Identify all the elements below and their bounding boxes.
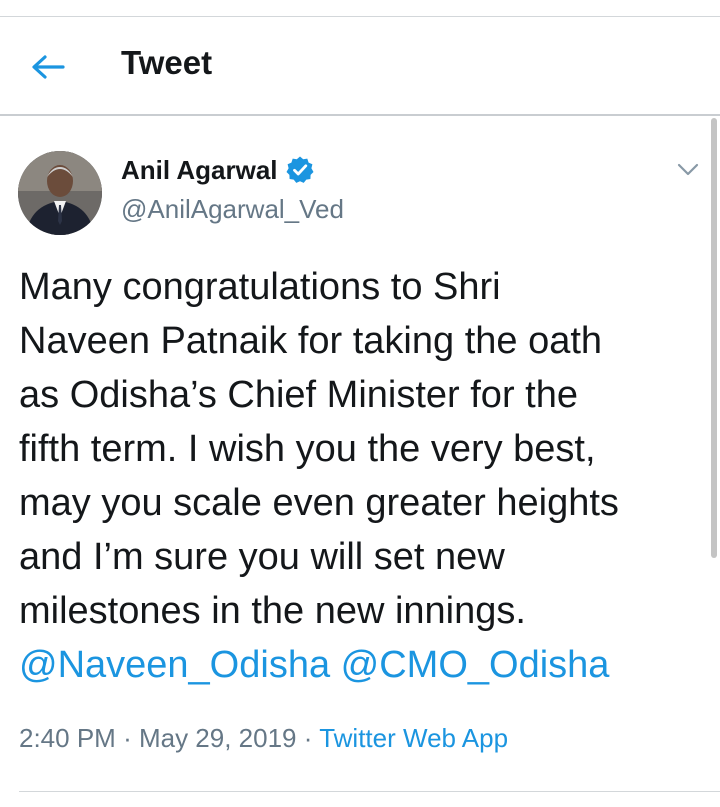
meta-separator: · (303, 723, 313, 753)
app-header: Tweet (0, 17, 720, 113)
more-options-button[interactable] (674, 158, 702, 182)
tweet-date: May 29, 2019 (138, 723, 297, 753)
verified-badge-icon (285, 155, 315, 185)
back-button[interactable] (27, 47, 67, 87)
profile-photo (18, 151, 102, 235)
meta-separator: · (123, 723, 132, 753)
author-name[interactable]: Anil Agarwal (121, 153, 278, 187)
scrollbar[interactable] (711, 118, 717, 558)
tweet-text-line: may you scale even greater heights (19, 482, 619, 524)
tweet-mentions-line: @Naveen_Odisha @CMO_Odisha (19, 638, 699, 692)
tweet-text: Many congratulations to Shri Naveen Patn… (19, 260, 699, 692)
tweet-text-line: milestones in the new innings. (19, 590, 526, 632)
tweet-text-line: fifth term. I wish you the very best, (19, 428, 596, 470)
tweet-text-line: and I’m sure you will set new (19, 536, 505, 578)
mention-link-naveen-odisha[interactable]: @Naveen_Odisha (19, 644, 330, 686)
header-divider (0, 114, 720, 116)
tweet-source-link[interactable]: Twitter Web App (319, 723, 508, 753)
tweet-text-line: as Odisha’s Chief Minister for the (19, 374, 578, 416)
bottom-divider (19, 791, 720, 792)
tweet-time: 2:40 PM (19, 723, 116, 753)
chevron-down-icon (677, 163, 699, 176)
tweet-text-line: Naveen Patnaik for taking the oath (19, 320, 603, 362)
avatar[interactable] (18, 151, 102, 235)
page-title: Tweet (121, 44, 213, 81)
author-handle[interactable]: @AnilAgarwal_Ved (121, 192, 344, 226)
mention-link-cmo-odisha[interactable]: @CMO_Odisha (341, 644, 610, 686)
tweet-metadata: 2:40 PM · May 29, 2019 · Twitter Web App (19, 720, 508, 756)
tweet-text-line: Many congratulations to Shri (19, 266, 501, 308)
arrow-left-icon (32, 55, 65, 79)
